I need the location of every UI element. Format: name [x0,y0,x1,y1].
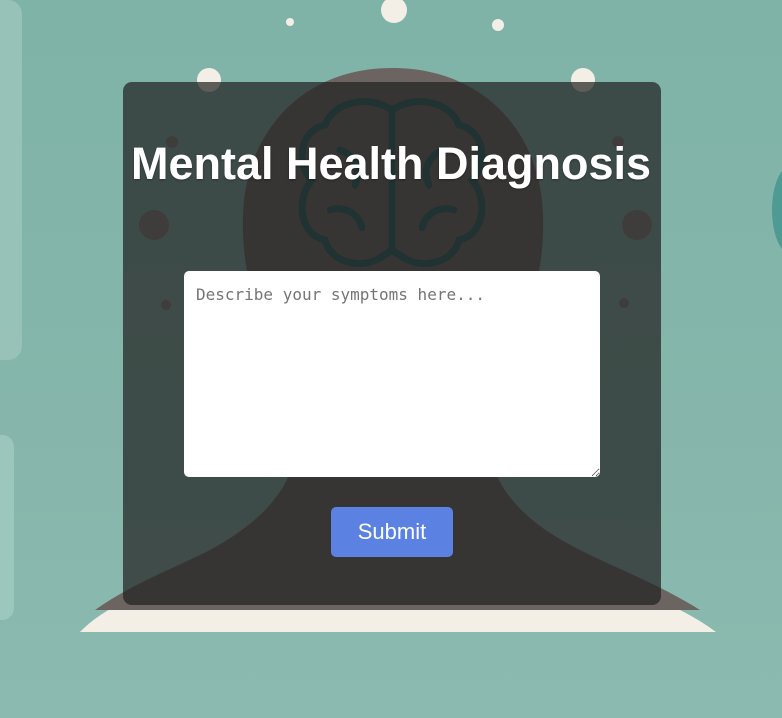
submit-button[interactable]: Submit [331,507,453,557]
page-title: Mental Health Diagnosis [130,138,652,189]
symptoms-input[interactable] [184,271,600,477]
